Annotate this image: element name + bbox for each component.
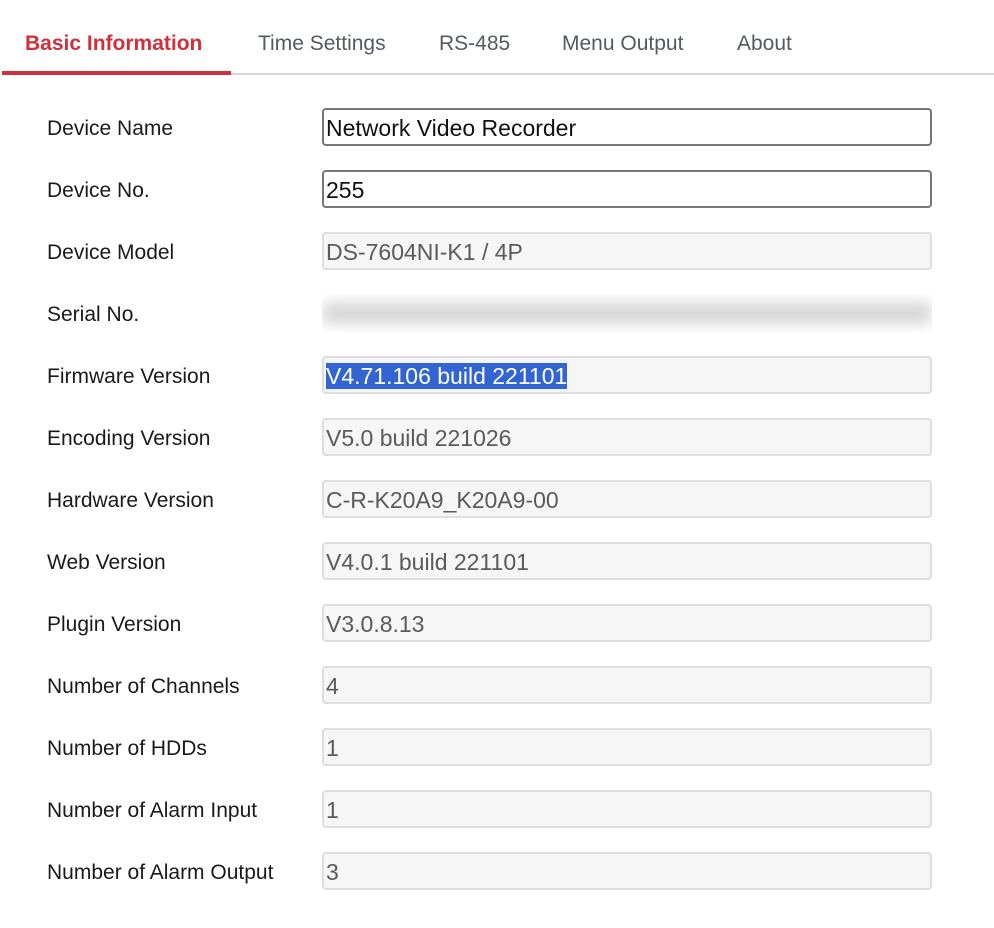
form-row-device-no: Device No. 255 [0, 170, 994, 210]
device-no-label: Device No. [47, 179, 150, 202]
form-row-encoding-version: Encoding Version V5.0 build 221026 [0, 418, 994, 458]
num-hdds-label: Number of HDDs [47, 737, 207, 760]
plugin-version-label: Plugin Version [47, 613, 182, 636]
num-alarm-output-label: Number of Alarm Output [47, 861, 274, 884]
form-row-num-alarm-input: Number of Alarm Input 1 [0, 790, 994, 830]
firmware-version-label: Firmware Version [47, 365, 211, 388]
tab-time-settings[interactable]: Time Settings [258, 32, 386, 56]
device-no-input[interactable]: 255 [322, 170, 932, 208]
form-row-num-alarm-output: Number of Alarm Output 3 [0, 852, 994, 892]
num-alarm-output-field: 3 [322, 852, 932, 890]
form-row-plugin-version: Plugin Version V3.0.8.13 [0, 604, 994, 644]
firmware-version-field[interactable]: V4.71.106 build 221101 [322, 356, 932, 394]
plugin-version-field: V3.0.8.13 [322, 604, 932, 642]
web-version-label: Web Version [47, 551, 166, 574]
form-row-device-name: Device Name Network Video Recorder [0, 108, 994, 148]
firmware-version-selected-text: V4.71.106 build 221101 [326, 363, 568, 389]
device-model-label: Device Model [47, 241, 175, 264]
form-row-serial-no: Serial No. [0, 294, 994, 334]
device-model-field: DS-7604NI-K1 / 4P [322, 232, 932, 270]
encoding-version-label: Encoding Version [47, 427, 211, 450]
form-row-hardware-version: Hardware Version C-R-K20A9_K20A9-00 [0, 480, 994, 520]
web-version-field: V4.0.1 build 221101 [322, 542, 932, 580]
serial-no-label: Serial No. [47, 303, 140, 326]
device-name-label: Device Name [47, 117, 174, 140]
device-name-input[interactable]: Network Video Recorder [322, 108, 932, 146]
num-channels-label: Number of Channels [47, 675, 240, 698]
tab-about[interactable]: About [737, 32, 792, 56]
tab-basic-information[interactable]: Basic Information [25, 32, 202, 56]
num-hdds-field: 1 [322, 728, 932, 766]
tab-menu-output[interactable]: Menu Output [562, 32, 683, 56]
form-row-firmware-version: Firmware Version V4.71.106 build 221101 [0, 356, 994, 396]
encoding-version-field: V5.0 build 221026 [322, 418, 932, 456]
tab-bar: Basic Information Time Settings RS-485 M… [0, 0, 994, 76]
tab-rs-485[interactable]: RS-485 [439, 32, 510, 56]
hardware-version-field: C-R-K20A9_K20A9-00 [322, 480, 932, 518]
form-row-num-hdds: Number of HDDs 1 [0, 728, 994, 768]
serial-no-field [322, 294, 932, 332]
hardware-version-label: Hardware Version [47, 489, 214, 512]
num-alarm-input-label: Number of Alarm Input [47, 799, 258, 822]
num-channels-field: 4 [322, 666, 932, 704]
form-row-device-model: Device Model DS-7604NI-K1 / 4P [0, 232, 994, 272]
form-row-web-version: Web Version V4.0.1 build 221101 [0, 542, 994, 582]
redacted-serial-blur [322, 302, 932, 324]
active-tab-indicator [2, 71, 231, 75]
form-row-num-channels: Number of Channels 4 [0, 666, 994, 706]
num-alarm-input-field: 1 [322, 790, 932, 828]
